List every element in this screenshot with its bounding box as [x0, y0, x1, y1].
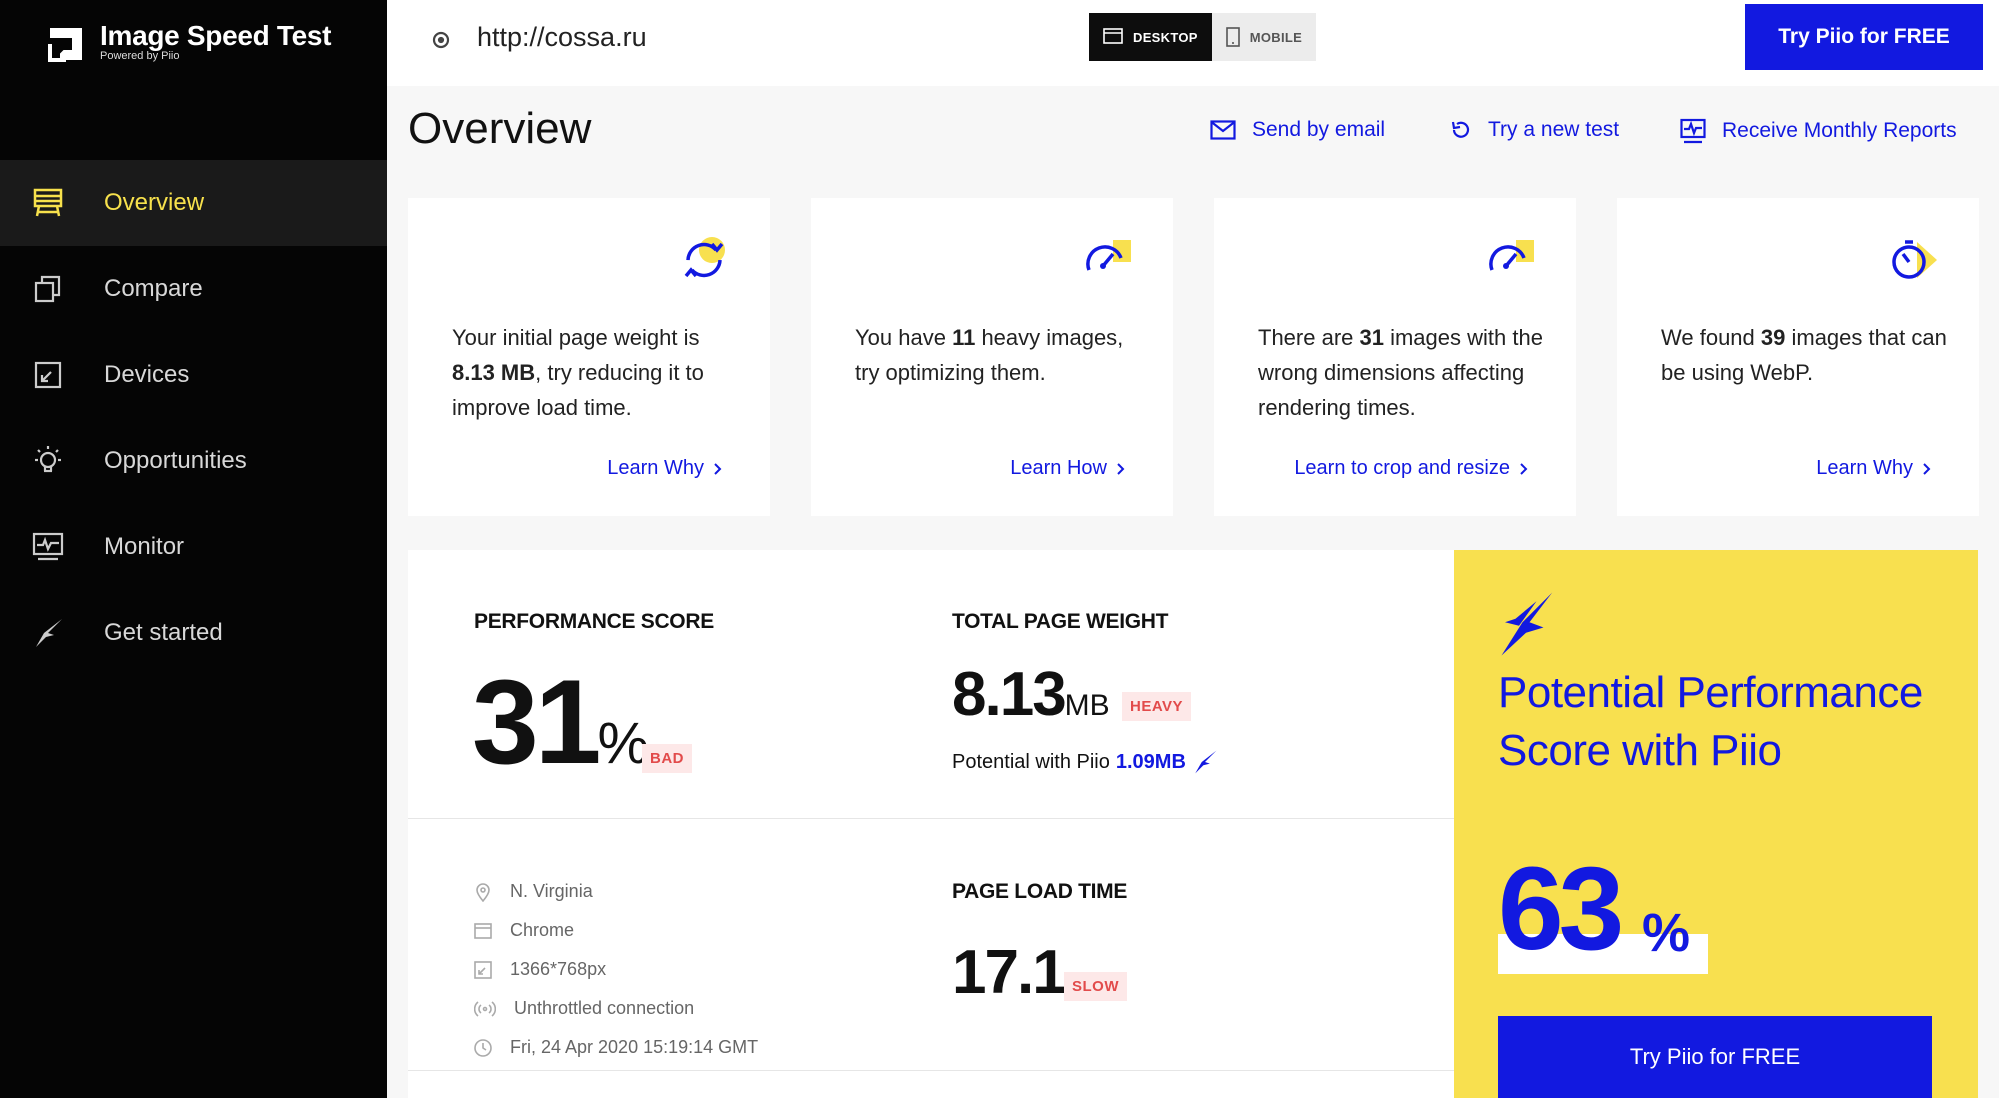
sidebar-item-label: Compare	[104, 275, 203, 302]
desktop-icon	[1103, 28, 1123, 44]
timer-icon	[1892, 240, 1937, 279]
speedometer-icon	[1489, 240, 1534, 271]
potential-score-promo: Potential Performance Score with Piio 63…	[1454, 550, 1978, 1098]
brand-title: Image Speed Test	[100, 20, 332, 51]
resolution-icon	[474, 960, 492, 979]
url-refresh-icon	[432, 31, 450, 49]
lightbulb-icon	[30, 443, 66, 479]
monitor-icon	[30, 529, 66, 565]
brand-logo[interactable]: Image Speed Test Powered by Piio	[46, 20, 332, 64]
bird-icon	[1501, 592, 1553, 656]
learn-why-link[interactable]: Learn Why	[607, 457, 722, 480]
metrics-panel: PERFORMANCE SCORE 31% BAD TOTAL PAGE WEI…	[408, 550, 1454, 1098]
mobile-label: MOBILE	[1249, 29, 1303, 45]
sidebar: Image Speed Test Powered by Piio Overvie…	[0, 0, 387, 1098]
meta-resolution: 1366*768px	[474, 950, 758, 989]
potential-score-value: 63	[1498, 843, 1624, 975]
clock-icon	[474, 1038, 492, 1057]
promo-title: Potential Performance Score with Piio	[1498, 668, 1923, 775]
try-new-test-link[interactable]: Try a new test	[1450, 118, 1619, 142]
performance-status-badge: BAD	[642, 744, 692, 773]
receive-monthly-reports-label: Receive Monthly Reports	[1722, 119, 1957, 142]
sidebar-item-label: Get started	[104, 619, 223, 646]
sidebar-item-label: Opportunities	[104, 447, 247, 474]
logo-arrow-icon	[48, 28, 82, 62]
chevron-right-icon	[714, 462, 722, 475]
desktop-label: DESKTOP	[1133, 29, 1198, 45]
sidebar-item-opportunities[interactable]: Opportunities	[0, 418, 387, 504]
meta-browser: Chrome	[474, 911, 758, 950]
page-load-time-label: PAGE LOAD TIME	[952, 880, 1128, 903]
try-new-test-label: Try a new test	[1488, 118, 1620, 141]
sidebar-item-monitor[interactable]: Monitor	[0, 504, 387, 590]
potential-weight: Potential with Piio 1.09MB	[952, 748, 1218, 776]
easel-icon	[30, 185, 66, 221]
insight-text: You have 11 heavy images, try optimizing…	[855, 325, 1124, 385]
speedometer-icon	[1086, 240, 1131, 283]
signal-icon	[474, 1000, 496, 1017]
envelope-icon	[1210, 120, 1236, 140]
total-page-weight-value: 8.13MB	[952, 660, 1110, 729]
send-by-email-label: Send by email	[1252, 118, 1386, 141]
learn-to-crop-link[interactable]: Learn to crop and resize	[1294, 457, 1528, 480]
potential-score-unit: %	[1642, 903, 1691, 963]
sidebar-item-label: Monitor	[104, 533, 185, 560]
sidebar-item-get-started[interactable]: Get started	[0, 590, 387, 676]
sidebar-item-overview[interactable]: Overview	[0, 160, 387, 246]
insight-card-page-weight: Your initial page weight is 8.13 MB, try…	[408, 198, 770, 516]
meta-connection: Unthrottled connection	[474, 989, 758, 1028]
insight-card-webp: We found 39 images that can be using Web…	[1617, 198, 1979, 516]
panel-divider	[408, 818, 1454, 819]
performance-score-value: 31%	[472, 655, 650, 789]
report-monitor-icon	[1680, 118, 1706, 144]
learn-how-link[interactable]: Learn How	[1010, 457, 1125, 480]
panel-divider	[408, 1070, 1454, 1071]
sidebar-item-devices[interactable]: Devices	[0, 332, 387, 418]
learn-why-link[interactable]: Learn Why	[1816, 457, 1931, 480]
total-page-weight-label: TOTAL PAGE WEIGHT	[952, 610, 1169, 633]
page-title: Overview	[408, 104, 592, 153]
sidebar-item-compare[interactable]: Compare	[0, 246, 387, 332]
sidebar-item-label: Devices	[104, 361, 190, 388]
devices-icon	[30, 357, 66, 393]
mobile-toggle-button[interactable]: MOBILE	[1211, 13, 1317, 61]
mobile-icon	[1225, 27, 1240, 47]
send-by-email-link[interactable]: Send by email	[1210, 118, 1385, 142]
location-pin-icon	[476, 882, 490, 902]
compare-icon	[30, 271, 66, 307]
bird-icon	[30, 615, 66, 651]
browser-icon	[474, 922, 492, 939]
performance-score-label: PERFORMANCE SCORE	[474, 610, 714, 633]
url-display[interactable]: http://cossa.ru	[477, 22, 647, 53]
device-toggle: DESKTOP MOBILE	[1089, 13, 1317, 61]
meta-location: N. Virginia	[474, 872, 758, 911]
test-meta-list: N. Virginia Chrome 1366*768px Unthrottle…	[474, 872, 758, 1067]
sidebar-nav: Overview Compare Devices Opportunities M…	[0, 160, 387, 676]
sidebar-item-label: Overview	[104, 189, 205, 216]
page-load-time-value: 17.1s	[952, 938, 1080, 1007]
top-bar: http://cossa.ru DESKTOP MOBILE Try Piio …	[387, 0, 1999, 86]
insight-text: There are 31 images with the wrong dimen…	[1258, 325, 1543, 420]
chevron-right-icon	[1520, 462, 1528, 475]
weight-status-badge: HEAVY	[1122, 692, 1192, 721]
chevron-right-icon	[1923, 462, 1931, 475]
insight-card-heavy-images: You have 11 heavy images, try optimizing…	[811, 198, 1173, 516]
refresh-cycle-icon	[684, 237, 725, 278]
insight-text: Your initial page weight is 8.13 MB, try…	[452, 325, 704, 420]
meta-timestamp: Fri, 24 Apr 2020 15:19:14 GMT	[474, 1028, 758, 1067]
insight-card-dimensions: There are 31 images with the wrong dimen…	[1214, 198, 1576, 516]
receive-monthly-reports-link[interactable]: Receive Monthly Reports	[1680, 118, 1957, 144]
reload-icon	[1451, 121, 1470, 138]
chevron-right-icon	[1117, 462, 1125, 475]
desktop-toggle-button[interactable]: DESKTOP	[1089, 13, 1212, 61]
bird-icon	[1195, 750, 1217, 774]
insight-text: We found 39 images that can be using Web…	[1661, 325, 1947, 385]
try-piio-top-button[interactable]: Try Piio for FREE	[1745, 4, 1983, 70]
try-piio-promo-button[interactable]: Try Piio for FREE	[1498, 1016, 1932, 1098]
load-status-badge: SLOW	[1064, 972, 1127, 1001]
